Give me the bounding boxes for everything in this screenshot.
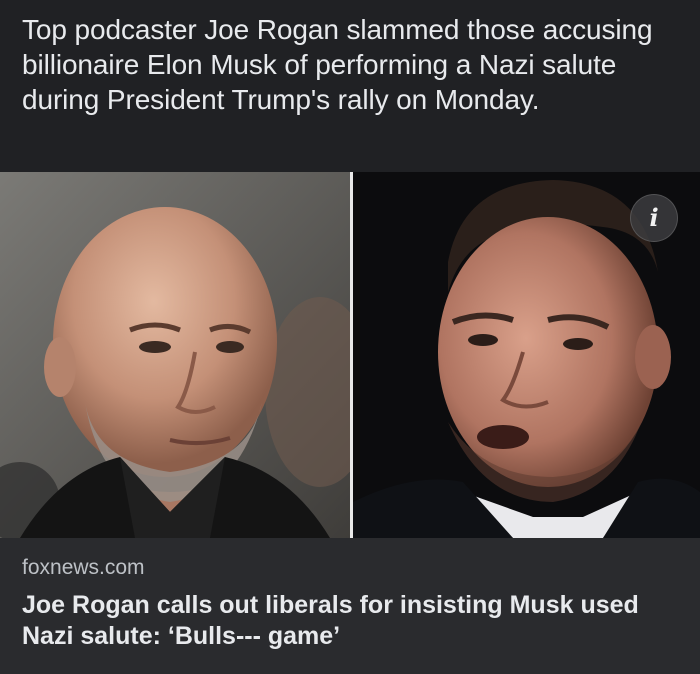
link-preview-card[interactable]: foxnews.com Joe Rogan calls out liberals… xyxy=(0,538,700,674)
source-domain: foxnews.com xyxy=(22,556,145,579)
bald-man-portrait-illustration xyxy=(0,172,350,538)
article-image[interactable]: i xyxy=(0,172,700,538)
info-button[interactable]: i xyxy=(630,194,678,242)
left-photo-joe-rogan xyxy=(0,172,350,538)
post-caption: Top podcaster Joe Rogan slammed those ac… xyxy=(22,14,653,115)
right-photo-elon-musk: i xyxy=(353,172,700,538)
article-headline[interactable]: Joe Rogan calls out liberals for insisti… xyxy=(22,590,682,652)
info-icon: i xyxy=(649,203,659,232)
